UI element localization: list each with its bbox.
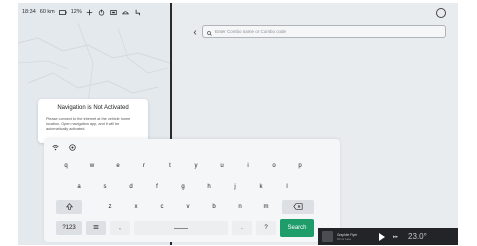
key-question[interactable]: ? bbox=[256, 221, 276, 235]
seat-icon[interactable] bbox=[134, 8, 142, 16]
key-p[interactable]: p bbox=[290, 159, 310, 173]
key-w[interactable]: w bbox=[82, 159, 102, 173]
backspace-icon bbox=[293, 202, 303, 212]
key-d[interactable]: d bbox=[121, 180, 141, 194]
key-l[interactable]: l bbox=[277, 180, 297, 194]
album-art[interactable] bbox=[322, 231, 333, 242]
key-period[interactable]: . bbox=[232, 221, 252, 235]
next-track-icon[interactable]: ▸▸ bbox=[393, 234, 398, 240]
key-f[interactable]: f bbox=[147, 180, 167, 194]
voice-input-icon[interactable] bbox=[52, 144, 59, 151]
space-bar-indicator bbox=[174, 227, 188, 229]
key-r[interactable]: r bbox=[134, 159, 154, 173]
battery-percent: 12% bbox=[70, 9, 82, 15]
shift-icon bbox=[65, 202, 73, 212]
emoji-icon[interactable] bbox=[69, 144, 76, 151]
shift-key[interactable] bbox=[56, 200, 82, 214]
media-bar: Graphite Flyer Mirror Lake ▸▸ 23.0° bbox=[318, 228, 458, 245]
backspace-key[interactable] bbox=[282, 200, 314, 214]
search-field[interactable] bbox=[202, 25, 446, 38]
track-info[interactable]: Graphite Flyer Mirror Lake bbox=[337, 233, 377, 241]
key-o[interactable]: o bbox=[264, 159, 284, 173]
navigation-inactive-card: Navigation is Not Activated Please conne… bbox=[38, 99, 148, 143]
key-q[interactable]: q bbox=[56, 159, 76, 173]
fan-icon[interactable] bbox=[86, 8, 94, 16]
search-icon bbox=[207, 23, 212, 41]
search-input[interactable] bbox=[215, 26, 435, 37]
menu-icon bbox=[93, 224, 99, 232]
key-b[interactable]: b bbox=[204, 200, 224, 214]
key-v[interactable]: v bbox=[178, 200, 198, 214]
status-bar: 18:34 60 km 12% bbox=[18, 3, 170, 21]
car-display: 18:34 60 km 12% Navigation is Not Activa… bbox=[18, 3, 458, 245]
key-a[interactable]: a bbox=[69, 180, 89, 194]
profile-icon[interactable] bbox=[436, 8, 446, 18]
play-icon[interactable] bbox=[379, 232, 385, 241]
key-n[interactable]: n bbox=[230, 200, 250, 214]
space-key[interactable] bbox=[134, 221, 228, 235]
key-j[interactable]: j bbox=[225, 180, 245, 194]
key-u[interactable]: u bbox=[212, 159, 232, 173]
dome-icon[interactable] bbox=[122, 8, 130, 16]
track-artist: Mirror Lake bbox=[337, 236, 352, 241]
symbols-key[interactable]: ?123 bbox=[56, 221, 82, 235]
clock: 18:34 bbox=[22, 9, 36, 15]
key-g[interactable]: g bbox=[173, 180, 193, 194]
menu-key[interactable] bbox=[86, 221, 106, 235]
key-k[interactable]: k bbox=[251, 180, 271, 194]
key-y[interactable]: y bbox=[186, 159, 206, 173]
usb-icon[interactable] bbox=[110, 8, 118, 16]
back-arrow-icon[interactable]: ‹ bbox=[188, 25, 202, 39]
key-i[interactable]: i bbox=[238, 159, 258, 173]
nav-card-body: Please connect to the internet at the ve… bbox=[46, 117, 131, 131]
search-button[interactable]: Search bbox=[280, 219, 314, 237]
key-h[interactable]: h bbox=[199, 180, 219, 194]
power-icon[interactable] bbox=[98, 8, 106, 16]
key-s[interactable]: s bbox=[95, 180, 115, 194]
key-e[interactable]: e bbox=[108, 159, 128, 173]
nav-card-title: Navigation is Not Activated bbox=[57, 105, 129, 111]
on-screen-keyboard: q w e r t y u i o p a s d f g h j k l z … bbox=[44, 139, 340, 242]
temperature-readout[interactable]: 23.0° bbox=[408, 232, 427, 241]
key-c[interactable]: c bbox=[152, 200, 172, 214]
key-t[interactable]: t bbox=[160, 159, 180, 173]
key-m[interactable]: m bbox=[256, 200, 276, 214]
battery-icon bbox=[58, 8, 67, 16]
range-readout: 60 km bbox=[39, 9, 55, 15]
key-x[interactable]: x bbox=[126, 200, 146, 214]
key-z[interactable]: z bbox=[100, 200, 120, 214]
key-comma[interactable]: , bbox=[110, 221, 130, 235]
